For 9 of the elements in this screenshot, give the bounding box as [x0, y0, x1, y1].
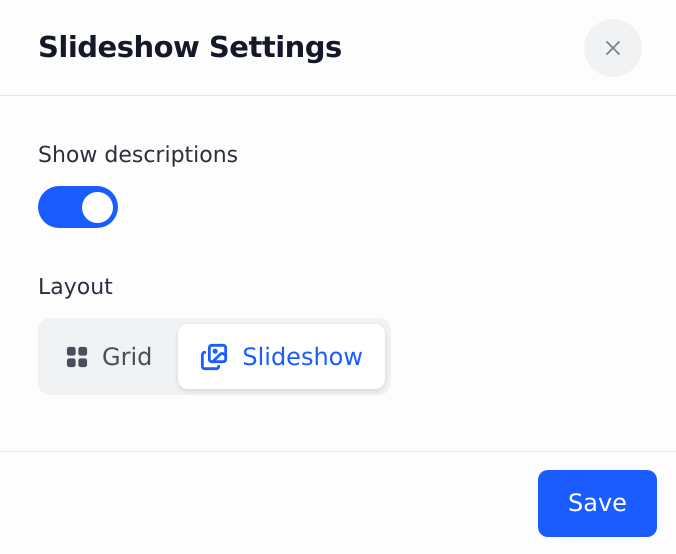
images-icon: [200, 342, 228, 370]
dialog-title: Slideshow Settings: [38, 28, 342, 66]
grid-icon: [66, 346, 88, 368]
layout-tab[interactable]: Slideshow: [178, 324, 385, 389]
setting-label: Show descriptions: [38, 142, 240, 170]
toggle-switch[interactable]: [38, 186, 118, 228]
setting-label: Layout: [38, 274, 114, 302]
layout-tab[interactable]: Grid: [44, 324, 174, 389]
save-button[interactable]: Save: [538, 470, 657, 536]
